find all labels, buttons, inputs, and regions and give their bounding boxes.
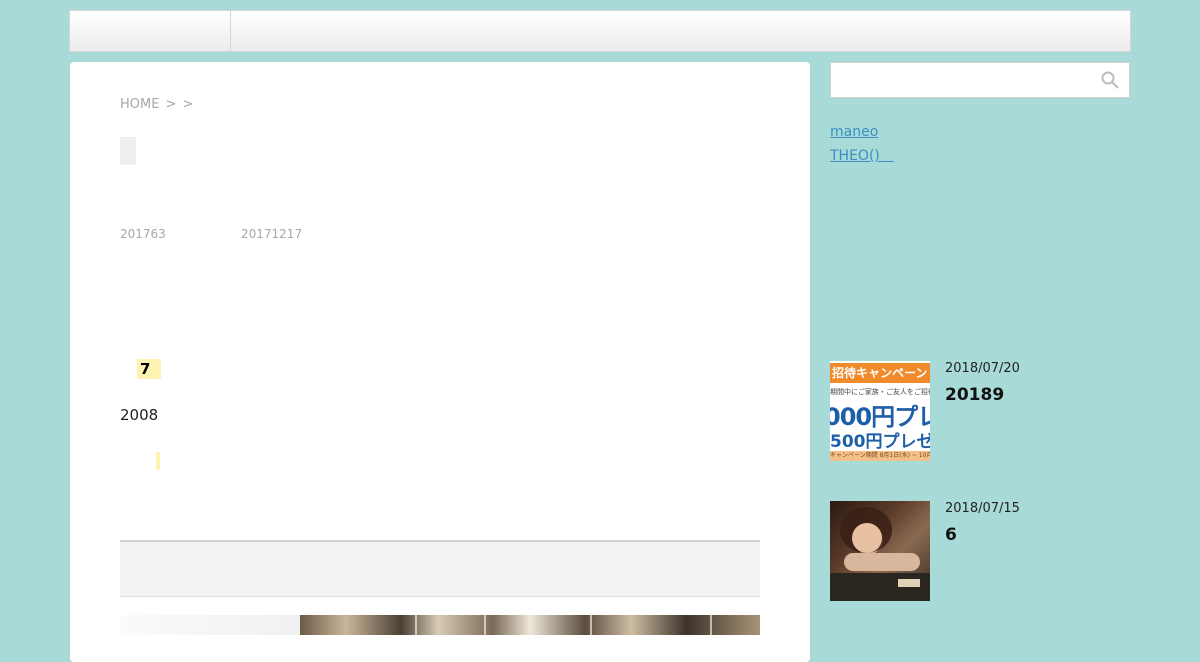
sidebar-links: maneo THEO(): [830, 120, 894, 168]
thumb-photo-shape: [844, 553, 920, 571]
thumb-banner-line: 期間中にご家族・ご友人をご招待いただくと: [830, 388, 930, 396]
post-date: 2018/07/15: [945, 501, 1020, 516]
image-fade: [120, 615, 300, 635]
article-image: [300, 615, 760, 635]
main-content-card: HOME > > 201763 20171217 7 2008: [70, 62, 810, 662]
breadcrumb: HOME > >: [120, 97, 193, 112]
published-date: 201763: [120, 227, 166, 241]
sidebar-post[interactable]: 招待キャンペーン 期間中にご家族・ご友人をご招待いただくと 000円プレゼ 50…: [830, 361, 1130, 461]
thumb-banner-footer: キャンペーン期間 8月1日(水) ~ 10月31日: [830, 451, 930, 461]
post-thumbnail[interactable]: [830, 501, 930, 601]
breadcrumb-separator: >: [182, 97, 194, 112]
thumb-banner-big2: 500円プレゼ: [830, 432, 930, 452]
top-navigation-bar: [69, 10, 1131, 52]
sidebar-link-maneo[interactable]: maneo: [830, 120, 894, 144]
post-date: 2018/07/20: [945, 361, 1020, 376]
breadcrumb-home-link[interactable]: HOME: [120, 97, 159, 112]
breadcrumb-separator: >: [165, 97, 177, 112]
thumb-photo-shape: [898, 579, 920, 587]
article-dates: 201763 20171217: [120, 227, 302, 241]
search-icon[interactable]: [1101, 71, 1119, 93]
thumb-photo-shape: [830, 573, 930, 601]
post-thumbnail[interactable]: 招待キャンペーン 期間中にご家族・ご友人をご招待いただくと 000円プレゼ 50…: [830, 361, 930, 461]
thumb-banner-heading: 招待キャンペーン: [830, 363, 930, 383]
content-box: [120, 540, 760, 597]
sidebar-post[interactable]: 2018/07/15 6: [830, 501, 1130, 601]
nav-menu-item[interactable]: [70, 11, 231, 51]
highlight-marker: [156, 452, 160, 470]
highlighted-number: 7: [137, 359, 161, 379]
updated-date: 20171217: [241, 227, 303, 241]
thumb-photo-shape: [852, 523, 882, 553]
article-title-placeholder: [120, 137, 136, 165]
article-paragraph-year: 2008: [120, 406, 159, 424]
post-title[interactable]: 6: [945, 525, 957, 545]
post-title[interactable]: 20189: [945, 385, 1004, 405]
sidebar-search-box[interactable]: [830, 62, 1130, 98]
sidebar-link-theo[interactable]: THEO(): [830, 144, 894, 168]
